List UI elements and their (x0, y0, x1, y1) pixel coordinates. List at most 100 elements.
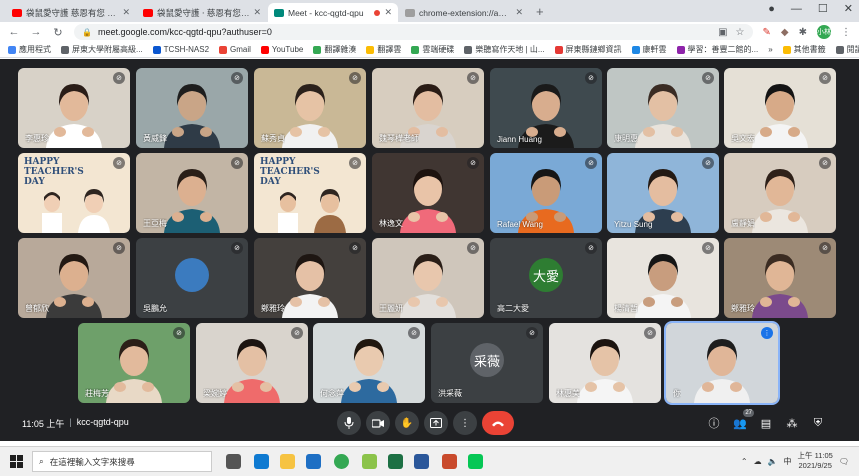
task-view-app-icon[interactable] (226, 454, 241, 469)
line-app-icon[interactable] (468, 454, 483, 469)
tab-close-icon[interactable]: ✕ (515, 7, 523, 18)
extension-pen-icon[interactable]: ✎ (763, 27, 771, 38)
participant-tile[interactable]: 大愛 ⊘ 高二大愛 (490, 238, 602, 318)
bookmark-item[interactable]: 樂聽寫作天地 | 山... (464, 44, 545, 55)
browser-tab[interactable]: 袋鼠愛守護 ‧ 慈恩有您 - YouTu ✕ (137, 3, 267, 22)
reload-button[interactable]: ↻ (52, 26, 64, 39)
camera-toggle-button[interactable] (366, 411, 390, 435)
extensions-puzzle-icon[interactable]: ✱ (799, 27, 807, 38)
bookmark-label: 翻譯雜湊 (324, 45, 357, 54)
participant-tile[interactable]: ⊘ 李惠珍 (18, 68, 130, 148)
speaker-icon[interactable]: 🔈 (768, 457, 778, 466)
participant-tile[interactable]: ⊘ 鄭雅玲 (254, 238, 366, 318)
back-button[interactable]: ← (8, 26, 20, 38)
tab-close-icon[interactable]: ✕ (253, 7, 261, 18)
participant-tile[interactable]: ⊘ 林逸文 (372, 153, 484, 233)
participant-tile[interactable]: ⊘ 何念萍 (313, 323, 425, 403)
activities-button[interactable]: ⁂ (783, 414, 801, 432)
powerpoint-app-icon[interactable] (442, 454, 457, 469)
taskbar-search-box[interactable]: ⌕ 在這裡輸入文字來搜尋 (32, 451, 212, 472)
participant-tile[interactable]: ⊘ 王麗妍 (372, 238, 484, 318)
bookmark-item[interactable]: 應用程式 (8, 44, 51, 55)
participant-tile[interactable]: ⊘ 楊清哲 (607, 238, 719, 318)
more-bookmarks-button[interactable]: » (768, 45, 772, 54)
bookmark-item[interactable]: YouTube (260, 45, 303, 54)
mic-toggle-button[interactable] (337, 411, 361, 435)
bookmark-item[interactable]: 康軒雲 (631, 44, 667, 55)
minimize-button[interactable]: — (791, 3, 802, 15)
browser-menu-icon[interactable]: ⋮ (841, 27, 851, 38)
participant-tile[interactable]: ⊘ 吳文宏 (724, 68, 836, 148)
participant-tile[interactable]: 采薇 ⊘ 洪采薇 (431, 323, 543, 403)
bookmark-item[interactable]: 屏東大學附屬高級... (61, 44, 143, 55)
participant-tile[interactable]: ⊘ 康明惠 (607, 68, 719, 148)
bookmark-item[interactable]: 閱讀清單 (835, 44, 859, 55)
chat-button[interactable]: ▤ (757, 414, 775, 432)
network-icon[interactable]: ☁ (754, 457, 762, 466)
participant-tile[interactable]: ⊘ 吳鵬允 (136, 238, 248, 318)
participant-tile[interactable]: ⊘ 黃威鋒 (136, 68, 248, 148)
participant-tile[interactable]: ⊘ Jiann Huang (490, 68, 602, 148)
bookmark-item[interactable]: 翻譯雲 (366, 44, 401, 55)
participant-tile[interactable]: HAPPY TEACHER'S DAY ⊘ (18, 153, 130, 233)
tab-close-icon[interactable]: ✕ (384, 7, 392, 18)
taskbar-clock[interactable]: 上午 11:05 2021/9/25 (798, 451, 833, 471)
address-bar[interactable]: 🔒 meet.google.com/kcc-qgtd-qpu?authuser=… (74, 24, 753, 40)
notification-icon[interactable]: 🗨 (839, 457, 849, 466)
bookmark-label: Gmail (230, 45, 251, 54)
more-options-button[interactable]: ⋮ (453, 411, 477, 435)
participant-tile[interactable]: ⊘ 魏琴樺老師 (372, 68, 484, 148)
participant-tile[interactable]: ⊘ 曾郁欣 (18, 238, 130, 318)
mail-app-icon[interactable] (306, 454, 321, 469)
participant-tile[interactable]: ⋮ 你 (664, 321, 780, 405)
bookmark-item[interactable]: 屏東縣鏈鄉資訊 (554, 44, 622, 55)
browser-tab[interactable]: chrome-extension://appcnhiefc✕ (399, 3, 529, 22)
participant-tile[interactable]: ⊘ Rafael Wang (490, 153, 602, 233)
forward-button[interactable]: → (30, 26, 42, 38)
file-explorer-app-icon[interactable] (280, 454, 295, 469)
tray-chevron-icon[interactable]: ⌃ (741, 457, 748, 466)
muted-mic-icon: ⊘ (585, 157, 597, 169)
tab-close-icon[interactable]: ✕ (122, 7, 130, 18)
excel-app-icon[interactable] (388, 454, 403, 469)
browser-tab[interactable]: 袋鼠愛守護 慈恩有您 - YouTube ✕ (6, 3, 136, 22)
profile-avatar[interactable]: 小林 (817, 25, 831, 39)
word-app-icon[interactable] (414, 454, 429, 469)
bookmark-item[interactable]: Gmail (219, 45, 251, 54)
leave-call-button[interactable] (482, 411, 514, 435)
present-button[interactable] (424, 411, 448, 435)
host-controls-button[interactable]: ⛨ (809, 414, 827, 432)
camera-permission-icon[interactable]: ▣ (718, 27, 727, 38)
bookmark-item[interactable]: 雲端硬碟 (411, 44, 454, 55)
ime-icon[interactable]: 中 (784, 456, 792, 467)
participant-name: 黃威鋒 (143, 134, 167, 143)
participant-tile[interactable]: ⊘ 蘇秀貞 (254, 68, 366, 148)
participant-tile[interactable]: HAPPY TEACHER'S DAY ⊘ (254, 153, 366, 233)
browser-tab[interactable]: Meet - kcc-qgtd-qpu ✕ (268, 3, 398, 22)
participant-tile[interactable]: ⊘ 王亞梅 (136, 153, 248, 233)
participants-button[interactable]: 👥 27 (731, 409, 754, 432)
participant-tile[interactable]: ⊘ 林惠美 (549, 323, 661, 403)
raise-hand-button[interactable]: ✋ (395, 411, 419, 435)
maximize-button[interactable]: ☐ (818, 2, 828, 15)
chrome-app-icon[interactable] (334, 454, 349, 469)
participant-tile[interactable]: ⊘ Yitzu Sung (607, 153, 719, 233)
start-button[interactable] (10, 455, 24, 469)
new-tab-button[interactable]: + (536, 3, 544, 22)
bookmark-star-icon[interactable]: ☆ (736, 27, 745, 38)
participant-tile[interactable]: ⊘ 梁婉婷 (196, 323, 308, 403)
edge-app-icon[interactable] (254, 454, 269, 469)
participant-tile[interactable]: ⊘ 盧靜娟 (724, 153, 836, 233)
bookmark-item[interactable]: TCSH-NAS2 (152, 45, 209, 54)
meeting-info-button[interactable]: ⓘ (705, 414, 723, 432)
bookmark-item[interactable]: 學習：善豐二館的... (676, 44, 758, 55)
extension-icon[interactable]: ◆ (781, 27, 789, 38)
participant-tile[interactable]: ⊘ 鄭雅玲 (724, 238, 836, 318)
close-window-button[interactable]: ✕ (844, 2, 853, 15)
bookmark-item[interactable]: 其他書籤 (782, 44, 826, 55)
bookmark-item[interactable]: 翻譯雜湊 (313, 44, 356, 55)
add-app-app-icon[interactable] (362, 454, 377, 469)
meeting-time: 11:05 上午 (22, 419, 65, 429)
participant-tile[interactable]: ⊘ 莊梅芳 (78, 323, 190, 403)
muted-mic-icon: ⊘ (349, 157, 361, 169)
